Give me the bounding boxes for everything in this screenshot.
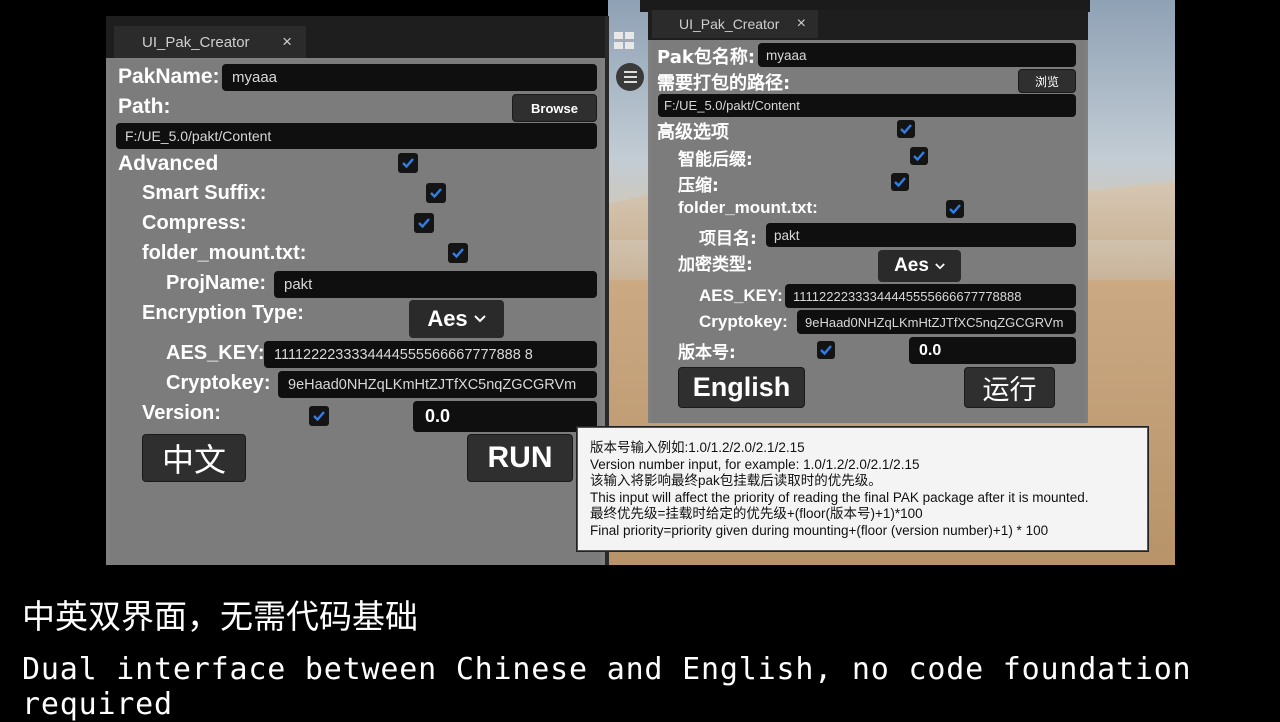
tab-close-icon[interactable]: × [282,32,292,52]
encryption-type-value: Aes [894,255,929,276]
compress-checkbox[interactable] [414,213,434,233]
english-pak-creator-window: UI_Pak_Creator × PakName: myaaa Path: Br… [106,16,605,565]
aes-key-input[interactable]: 1111222233334444555566667777888 8 [264,341,597,368]
tooltip-line: 最终优先级=挂载时给定的优先级+(floor(版本号)+1)*100 [590,506,923,522]
encryption-type-dropdown[interactable]: Aes [409,300,504,338]
language-switch-button[interactable]: English [678,367,805,408]
tooltip-line: This input will affect the priority of r… [590,489,1089,505]
chevron-down-icon [935,262,945,269]
version-checkbox[interactable] [817,341,835,359]
tab-title: UI_Pak_Creator [142,33,250,51]
run-button[interactable]: RUN [467,434,573,482]
smart-suffix-label: Smart Suffix: [142,182,267,204]
pak-name-label: Pak包名称: [657,47,756,68]
tooltip-line: 版本号输入例如:1.0/1.2/2.0/2.1/2.15 [590,440,805,455]
advanced-label: 高级选项 [657,122,729,143]
pak-name-label: PakName: [118,65,220,88]
encryption-type-label: Encryption Type: [142,302,304,324]
tab-ui-pak-creator[interactable]: UI_Pak_Creator × [652,10,818,38]
browse-button[interactable]: Browse [512,94,597,122]
tooltip-line: Final priority=priority given during mou… [590,522,1049,538]
version-tooltip: 版本号输入例如:1.0/1.2/2.0/2.1/2.15 Version num… [577,427,1148,551]
version-label: Version: [142,402,221,424]
browse-button[interactable]: 浏览 [1018,69,1076,93]
version-input[interactable]: 0.0 [909,337,1076,364]
advanced-checkbox[interactable] [897,120,915,138]
cryptokey-input[interactable]: 9eHaad0NHZqLKmHtZJTfXC5nqZGCGRVm [278,371,597,398]
advanced-label: Advanced [118,152,219,175]
chinese-pak-creator-window: UI_Pak_Creator × Pak包名称: myaaa 需要打包的路径: … [648,10,1088,423]
tab-ui-pak-creator[interactable]: UI_Pak_Creator × [114,26,306,58]
tab-title: UI_Pak_Creator [679,16,780,32]
encryption-type-label: 加密类型: [678,255,753,275]
run-button[interactable]: 运行 [964,367,1055,408]
compress-label: 压缩: [678,176,719,196]
pak-name-input[interactable]: myaaa [222,64,597,91]
pak-name-input[interactable]: myaaa [758,43,1076,67]
folder-mount-checkbox[interactable] [946,200,964,218]
advanced-checkbox[interactable] [398,153,418,173]
path-label: 需要打包的路径: [657,73,791,94]
aes-key-label: AES_KEY: [699,286,783,305]
cryptokey-input[interactable]: 9eHaad0NHZqLKmHtZJTfXC5nqZGCGRVm [797,310,1076,334]
cryptokey-label: Cryptokey: [166,372,271,394]
viewport-layout-icon[interactable] [614,32,634,50]
viewport-menu-icon[interactable] [616,63,644,91]
smart-suffix-checkbox[interactable] [910,147,928,165]
aes-key-label: AES_KEY: [166,342,265,364]
folder-mount-checkbox[interactable] [448,243,468,263]
proj-name-input[interactable]: pakt [274,271,597,298]
chevron-down-icon [473,315,486,323]
compress-label: Compress: [142,212,247,234]
path-input[interactable]: F:/UE_5.0/pakt/Content [116,123,597,149]
tooltip-line: Version number input, for example: 1.0/1… [590,456,920,472]
path-label: Path: [118,95,171,118]
tooltip-line: 该输入将影响最终pak包挂载后读取时的优先级。 [590,473,882,489]
folder-mount-label: folder_mount.txt: [678,198,818,217]
compress-checkbox[interactable] [891,173,909,191]
encryption-type-dropdown[interactable]: Aes [878,250,961,282]
encryption-type-value: Aes [427,306,468,331]
tab-bar: UI_Pak_Creator × [106,16,605,58]
version-label: 版本号: [678,343,736,363]
smart-suffix-checkbox[interactable] [426,183,446,203]
caption-english: Dual interface between Chinese and Engli… [22,652,1192,722]
version-input[interactable]: 0.0 [413,401,597,432]
aes-key-input[interactable]: 11112222333344445555666677778888 [785,284,1076,308]
smart-suffix-label: 智能后缀: [678,150,753,170]
proj-name-label: ProjName: [166,272,267,294]
cryptokey-label: Cryptokey: [699,312,788,331]
tab-bar: UI_Pak_Creator × [648,10,1088,40]
version-checkbox[interactable] [309,406,329,426]
path-input[interactable]: F:/UE_5.0/pakt/Content [658,94,1076,117]
proj-name-label: 项目名: [699,229,757,249]
caption-chinese: 中英双界面，无需代码基础 [22,597,418,636]
language-switch-button[interactable]: 中文 [142,434,246,482]
proj-name-input[interactable]: pakt [766,223,1076,247]
tab-close-icon[interactable]: × [797,15,806,33]
folder-mount-label: folder_mount.txt: [142,242,307,264]
